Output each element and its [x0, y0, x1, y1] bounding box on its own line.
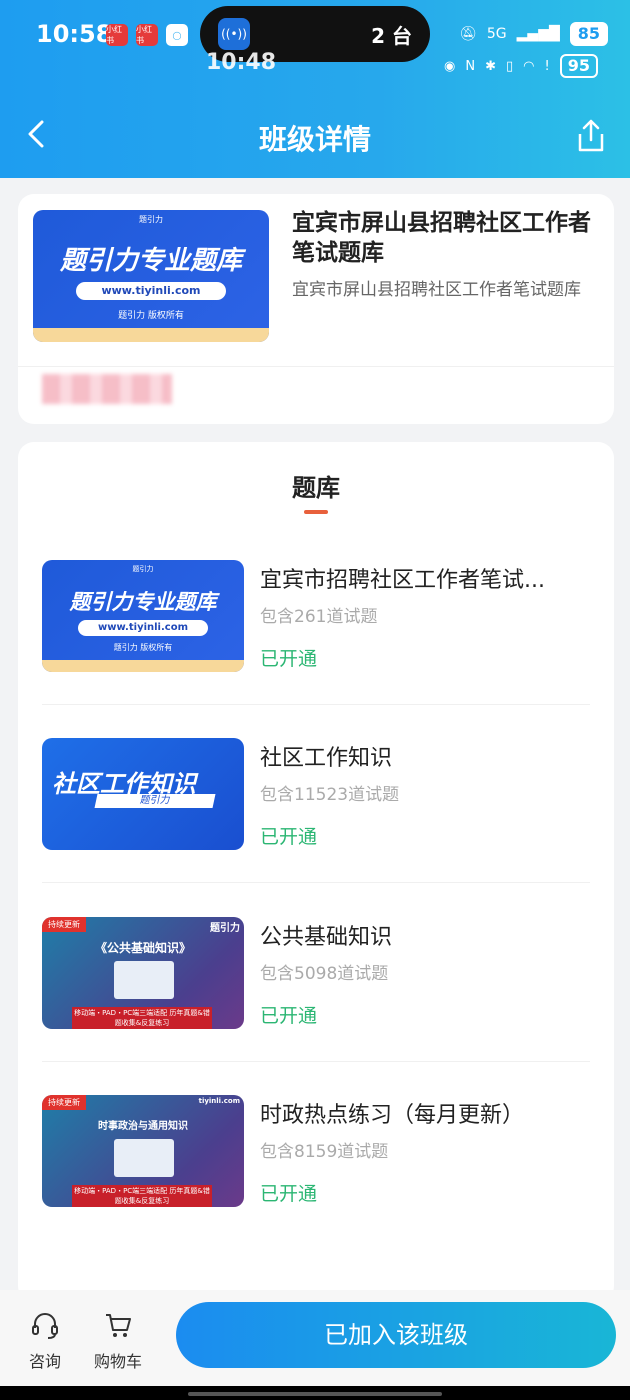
device-mockup — [114, 961, 174, 999]
alert-icon: ! — [544, 58, 550, 74]
wifi-icon: ◠ — [523, 58, 535, 74]
vibrate-icon: ▯ — [506, 58, 514, 74]
course-card: 题引力 题引力专业题库 www.tiyinli.com 题引力 版权所有 宜宾市… — [18, 194, 614, 424]
device-mockup — [114, 1139, 174, 1177]
home-indicator-area — [0, 1386, 630, 1400]
thumb-band — [33, 328, 269, 342]
status-time: 10:58 — [36, 20, 113, 48]
join-class-button[interactable]: 已加入该班级 — [176, 1302, 616, 1368]
battery-indicator: 85 — [569, 22, 608, 46]
bank-item-title: 社区工作知识 — [260, 746, 393, 771]
ghost-status-icons: ◉ N ✱ ▯ ◠ ! 95 — [444, 54, 598, 78]
consult-label: 咨询 — [28, 1352, 61, 1371]
thumb-sub: 题引力 — [94, 794, 216, 808]
bank-item-status: 已开通 — [260, 826, 318, 848]
share-button[interactable] — [576, 118, 608, 156]
bank-item[interactable]: 持续更新 题引力 《公共基础知识》 移动端・PAD・PC端三端适配 历年真题&错… — [42, 917, 590, 1095]
mute-icon: 🔕︎ — [459, 26, 477, 42]
consult-button[interactable]: 咨询 — [15, 1310, 75, 1372]
thumb-headline: 题引力专业题库 — [59, 246, 242, 276]
thumb-owner: 题引力 版权所有 — [118, 311, 184, 321]
xiaohongshu-icon: 小红书 — [106, 24, 128, 46]
bank-item-title: 宜宾市招聘社区工作者笔试... — [260, 568, 545, 593]
island-count: 2 台 — [371, 24, 412, 48]
course-thumbnail: 题引力 题引力专业题库 www.tiyinli.com 题引力 版权所有 — [33, 210, 269, 342]
bank-item-status: 已开通 — [260, 1005, 318, 1027]
course-title: 宜宾市屏山县招聘社区工作者笔试题库 — [292, 210, 591, 266]
notification-badges: 小红书 小红书 ◯ — [106, 24, 188, 46]
cart-button[interactable]: 购物车 — [88, 1310, 148, 1372]
thumb-ribbon: 移动端・PAD・PC端三端适配 历年真题&错题收集&反复练习 — [72, 1185, 212, 1207]
home-indicator[interactable] — [188, 1392, 442, 1396]
thumb-logo: 题引力 — [210, 923, 240, 934]
bank-item[interactable]: 持续更新 tiyinli.com 时事政治与通用知识 移动端・PAD・PC端三端… — [42, 1095, 590, 1273]
broadcast-icon: ((•)) — [218, 18, 250, 50]
bank-item[interactable]: 题引力 题引力专业题库 www.tiyinli.com 题引力 版权所有 宜宾市… — [42, 560, 590, 738]
header: 10:58 小红书 小红书 ◯ ((•)) 2 台 10:48 🔕︎ 5G ▂▄… — [0, 0, 630, 178]
thumb-headline: 时事政治与通用知识 — [98, 1121, 188, 1132]
bank-item[interactable]: 社区工作知识 题引力 社区工作知识 包含11523道试题 已开通 — [42, 738, 590, 916]
bank-item-thumbnail: 题引力 题引力专业题库 www.tiyinli.com 题引力 版权所有 — [42, 560, 244, 672]
page-title: 班级详情 — [258, 123, 371, 156]
tab-indicator — [304, 510, 328, 514]
cart-label: 购物车 — [93, 1352, 142, 1371]
status-icons: 🔕︎ 5G ▂▄▆█ 85 — [459, 22, 608, 46]
bank-item-thumbnail: 持续更新 tiyinli.com 时事政治与通用知识 移动端・PAD・PC端三端… — [42, 1095, 244, 1207]
signal-bars-icon: ▂▄▆█ — [516, 26, 560, 42]
blurred-content — [42, 374, 172, 404]
bank-item-status: 已开通 — [260, 648, 318, 670]
thumb-url: www.tiyinli.com — [76, 282, 226, 300]
status-bar: 10:58 小红书 小红书 ◯ ((•)) 2 台 10:48 🔕︎ 5G ▂▄… — [0, 0, 630, 78]
bank-item-thumbnail: 持续更新 题引力 《公共基础知识》 移动端・PAD・PC端三端适配 历年真题&错… — [42, 917, 244, 1029]
share-icon — [578, 119, 604, 152]
thumb-tag: 持续更新 — [42, 1095, 86, 1110]
thumb-ribbon: 移动端・PAD・PC端三端适配 历年真题&错题收集&反复练习 — [72, 1007, 212, 1029]
cart-icon — [106, 1314, 131, 1337]
signal-icon: 5G — [486, 26, 507, 42]
bluetooth-icon: ✱ — [485, 58, 497, 74]
question-bank-section: 题库 题引力 题引力专业题库 www.tiyinli.com 题引力 版权所有 … — [18, 442, 614, 1302]
headset-icon — [32, 1313, 58, 1339]
xiaohongshu-icon: 小红书 — [136, 24, 158, 46]
course-subtitle: 宜宾市屏山县招聘社区工作者笔试题库 — [292, 280, 581, 300]
thumb-band — [42, 660, 244, 672]
ghost-battery-indicator: 95 — [559, 54, 598, 78]
eye-icon: ◉ — [444, 58, 456, 74]
thumb-headline: 题引力专业题库 — [69, 590, 217, 614]
thumb-owner: 题引力 版权所有 — [113, 643, 173, 652]
thumb-logo: tiyinli.com — [198, 1097, 240, 1105]
bank-item-title: 时政热点练习（每月更新） — [260, 1103, 525, 1128]
nfc-icon: N — [465, 58, 476, 74]
bank-item-count: 包含261道试题 — [260, 607, 378, 627]
thumb-brand: 题引力 — [139, 215, 163, 224]
divider — [18, 366, 614, 367]
divider — [42, 882, 590, 883]
thumb-headline: 《公共基础知识》 — [94, 941, 191, 955]
bank-item-count: 包含11523道试题 — [260, 785, 400, 805]
bottom-action-bar: 咨询 购物车 已加入该班级 — [0, 1290, 630, 1386]
bank-item-count: 包含5098道试题 — [260, 964, 389, 984]
chat-bubble-icon: ◯ — [166, 24, 188, 46]
thumb-brand: 题引力 — [132, 565, 154, 573]
thumb-url: www.tiyinli.com — [78, 620, 208, 636]
thumb-tag: 持续更新 — [42, 917, 86, 932]
section-title[interactable]: 题库 — [18, 468, 614, 503]
divider — [42, 1061, 590, 1062]
bank-item-count: 包含8159道试题 — [260, 1142, 389, 1162]
bank-item-status: 已开通 — [260, 1183, 318, 1205]
divider — [42, 704, 590, 705]
ghost-time: 10:48 — [206, 50, 277, 75]
bank-item-thumbnail: 社区工作知识 题引力 — [42, 738, 244, 850]
bank-item-title: 公共基础知识 — [260, 925, 393, 950]
